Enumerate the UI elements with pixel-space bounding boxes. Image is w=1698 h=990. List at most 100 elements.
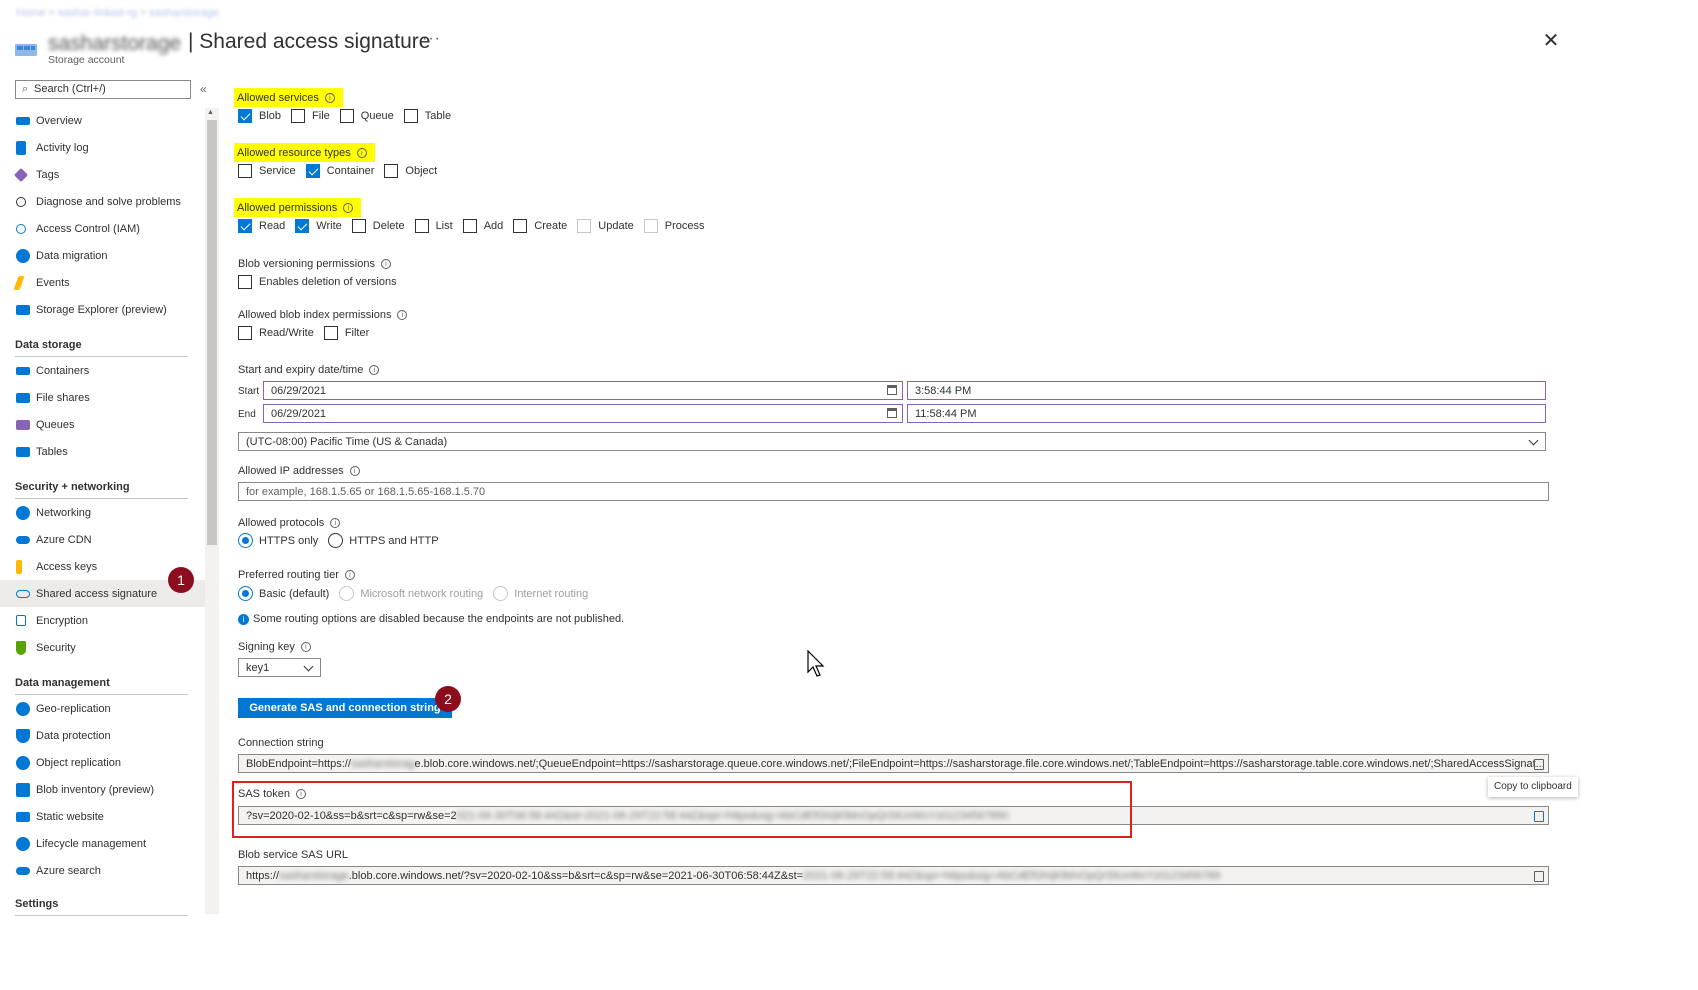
checkbox-delete-box[interactable]	[351, 219, 366, 233]
info-icon[interactable]: i	[349, 466, 360, 477]
sidebar-item-diagnose[interactable]: Diagnose and solve problems	[0, 188, 205, 215]
info-icon[interactable]: i	[369, 365, 380, 376]
radio-basic-circle[interactable]	[238, 586, 253, 601]
end-date-input[interactable]: 06/29/2021	[263, 404, 903, 423]
checkbox-read-write-box[interactable]	[238, 326, 252, 340]
checkbox-blob[interactable]: Blob	[238, 109, 281, 123]
timezone-dropdown[interactable]: (UTC-08:00) Pacific Time (US & Canada)	[238, 432, 1546, 451]
connection-string-field[interactable]: BlobEndpoint=https://sasharstorage.blob.…	[238, 754, 1549, 773]
checkbox-process-box[interactable]	[643, 219, 658, 233]
checkbox-delete[interactable]: Delete	[351, 219, 405, 233]
start-date-input[interactable]: 06/29/2021	[263, 381, 903, 400]
start-time-input[interactable]: 3:58:44 PM	[907, 381, 1546, 400]
search-input[interactable]: ⌕ Search (Ctrl+/)	[15, 80, 191, 99]
sidebar-item-networking[interactable]: Networking	[0, 499, 205, 526]
signing-key-dropdown[interactable]: key1	[238, 658, 321, 677]
sidebar-item-tables[interactable]: Tables	[0, 438, 205, 465]
sidebar-item-data-migration[interactable]: Data migration	[0, 242, 205, 269]
checkbox-update[interactable]: Update	[577, 219, 634, 233]
info-icon[interactable]: i	[324, 92, 335, 103]
checkbox-list-box[interactable]	[414, 219, 429, 233]
radio-basic[interactable]: Basic (default)	[238, 586, 329, 601]
checkbox-enables-deletion-box[interactable]	[238, 275, 252, 289]
checkbox-process[interactable]: Process	[643, 219, 705, 233]
sidebar-item-tags[interactable]: Tags	[0, 161, 205, 188]
checkbox-read[interactable]: Read	[238, 219, 285, 233]
checkbox-queue[interactable]: Queue	[339, 109, 394, 123]
calendar-icon[interactable]	[887, 408, 897, 418]
radio-microsoft-network[interactable]: Microsoft network routing	[339, 586, 483, 601]
info-icon[interactable]: i	[343, 202, 354, 213]
sidebar-item-containers[interactable]: Containers	[0, 357, 205, 384]
sidebar-item-lifecycle[interactable]: Lifecycle management	[0, 830, 205, 857]
more-options-icon[interactable]: ···	[422, 30, 441, 48]
info-icon[interactable]: i	[397, 310, 408, 321]
radio-https-and-http-circle[interactable]	[328, 533, 344, 548]
radio-microsoft-network-circle[interactable]	[339, 586, 355, 601]
sidebar-item-events[interactable]: Events	[0, 269, 205, 296]
sidebar-item-static-website[interactable]: Static website	[0, 803, 205, 830]
close-icon[interactable]: ✕	[1538, 28, 1564, 54]
checkbox-container-box[interactable]	[305, 164, 320, 178]
info-icon[interactable]: i	[356, 147, 367, 158]
checkbox-service-box[interactable]	[238, 164, 252, 178]
radio-https-only-circle[interactable]	[238, 533, 253, 548]
checkbox-container[interactable]: Container	[305, 164, 374, 178]
radio-internet-routing[interactable]: Internet routing	[493, 586, 588, 601]
sidebar-item-file-shares[interactable]: File shares	[0, 384, 205, 411]
checkbox-table[interactable]: Table	[403, 109, 451, 123]
checkbox-create-box[interactable]	[513, 219, 528, 233]
generate-sas-button[interactable]: Generate SAS and connection string	[238, 698, 452, 718]
checkbox-filter-box[interactable]	[323, 326, 338, 340]
sidebar-scroll-thumb[interactable]	[207, 120, 217, 545]
info-icon[interactable]: i	[330, 518, 341, 529]
info-icon[interactable]: i	[380, 259, 391, 270]
calendar-icon[interactable]	[887, 385, 897, 395]
copy-icon[interactable]	[1534, 871, 1544, 882]
checkbox-blob-box[interactable]	[238, 109, 252, 123]
sidebar-item-activity-log[interactable]: Activity log	[0, 134, 205, 161]
checkbox-enables-deletion[interactable]: Enables deletion of versions	[238, 275, 397, 289]
sidebar-item-blob-inventory[interactable]: Blob inventory (preview)	[0, 776, 205, 803]
sidebar-item-azure-cdn[interactable]: Azure CDN	[0, 526, 205, 553]
allowed-ip-input[interactable]: for example, 168.1.5.65 or 168.1.5.65-16…	[238, 482, 1549, 501]
checkbox-queue-box[interactable]	[339, 109, 354, 123]
checkbox-update-box[interactable]	[577, 219, 592, 233]
sidebar-item-azure-search[interactable]: Azure search	[0, 857, 205, 884]
checkbox-list[interactable]: List	[414, 219, 453, 233]
sidebar-item-queues[interactable]: Queues	[0, 411, 205, 438]
scroll-up-icon[interactable]: ▲	[207, 109, 214, 116]
copy-icon[interactable]	[1534, 759, 1544, 770]
info-icon[interactable]: i	[344, 570, 355, 581]
info-icon[interactable]: i	[300, 642, 311, 653]
checkbox-service[interactable]: Service	[238, 164, 296, 178]
sidebar-item-geo-replication[interactable]: Geo-replication	[0, 695, 205, 722]
end-time-input[interactable]: 11:58:44 PM	[907, 404, 1546, 423]
checkbox-read-write[interactable]: Read/Write	[238, 326, 314, 340]
radio-internet-routing-circle[interactable]	[493, 586, 509, 601]
checkbox-file-box[interactable]	[291, 109, 306, 123]
checkbox-read-box[interactable]	[238, 219, 252, 233]
collapse-sidebar-icon[interactable]: «	[200, 82, 207, 96]
checkbox-filter[interactable]: Filter	[323, 326, 369, 340]
checkbox-add[interactable]: Add	[462, 219, 503, 233]
radio-https-and-http[interactable]: HTTPS and HTTP	[328, 533, 439, 548]
checkbox-write-box[interactable]	[295, 219, 310, 233]
checkbox-table-box[interactable]	[403, 109, 418, 123]
sidebar-item-security[interactable]: Security	[0, 634, 205, 661]
blob-sas-url-field[interactable]: https://sasharstorage.blob.core.windows.…	[238, 866, 1549, 885]
checkbox-write[interactable]: Write	[295, 219, 342, 233]
checkbox-add-box[interactable]	[462, 219, 477, 233]
sidebar-item-storage-explorer[interactable]: Storage Explorer (preview)	[0, 296, 205, 323]
sidebar-item-encryption[interactable]: Encryption	[0, 607, 205, 634]
checkbox-object[interactable]: Object	[384, 164, 437, 178]
checkbox-file[interactable]: File	[291, 109, 330, 123]
sidebar-item-iam[interactable]: Access Control (IAM)	[0, 215, 205, 242]
checkbox-create[interactable]: Create	[513, 219, 567, 233]
checkbox-object-box[interactable]	[384, 164, 399, 178]
breadcrumb[interactable]: Home > sashar-linked-rg > sasharstorage	[16, 7, 219, 19]
sidebar-item-object-replication[interactable]: Object replication	[0, 749, 205, 776]
sidebar-item-data-protection[interactable]: Data protection	[0, 722, 205, 749]
radio-https-only[interactable]: HTTPS only	[238, 533, 318, 548]
copy-icon[interactable]	[1534, 811, 1544, 822]
